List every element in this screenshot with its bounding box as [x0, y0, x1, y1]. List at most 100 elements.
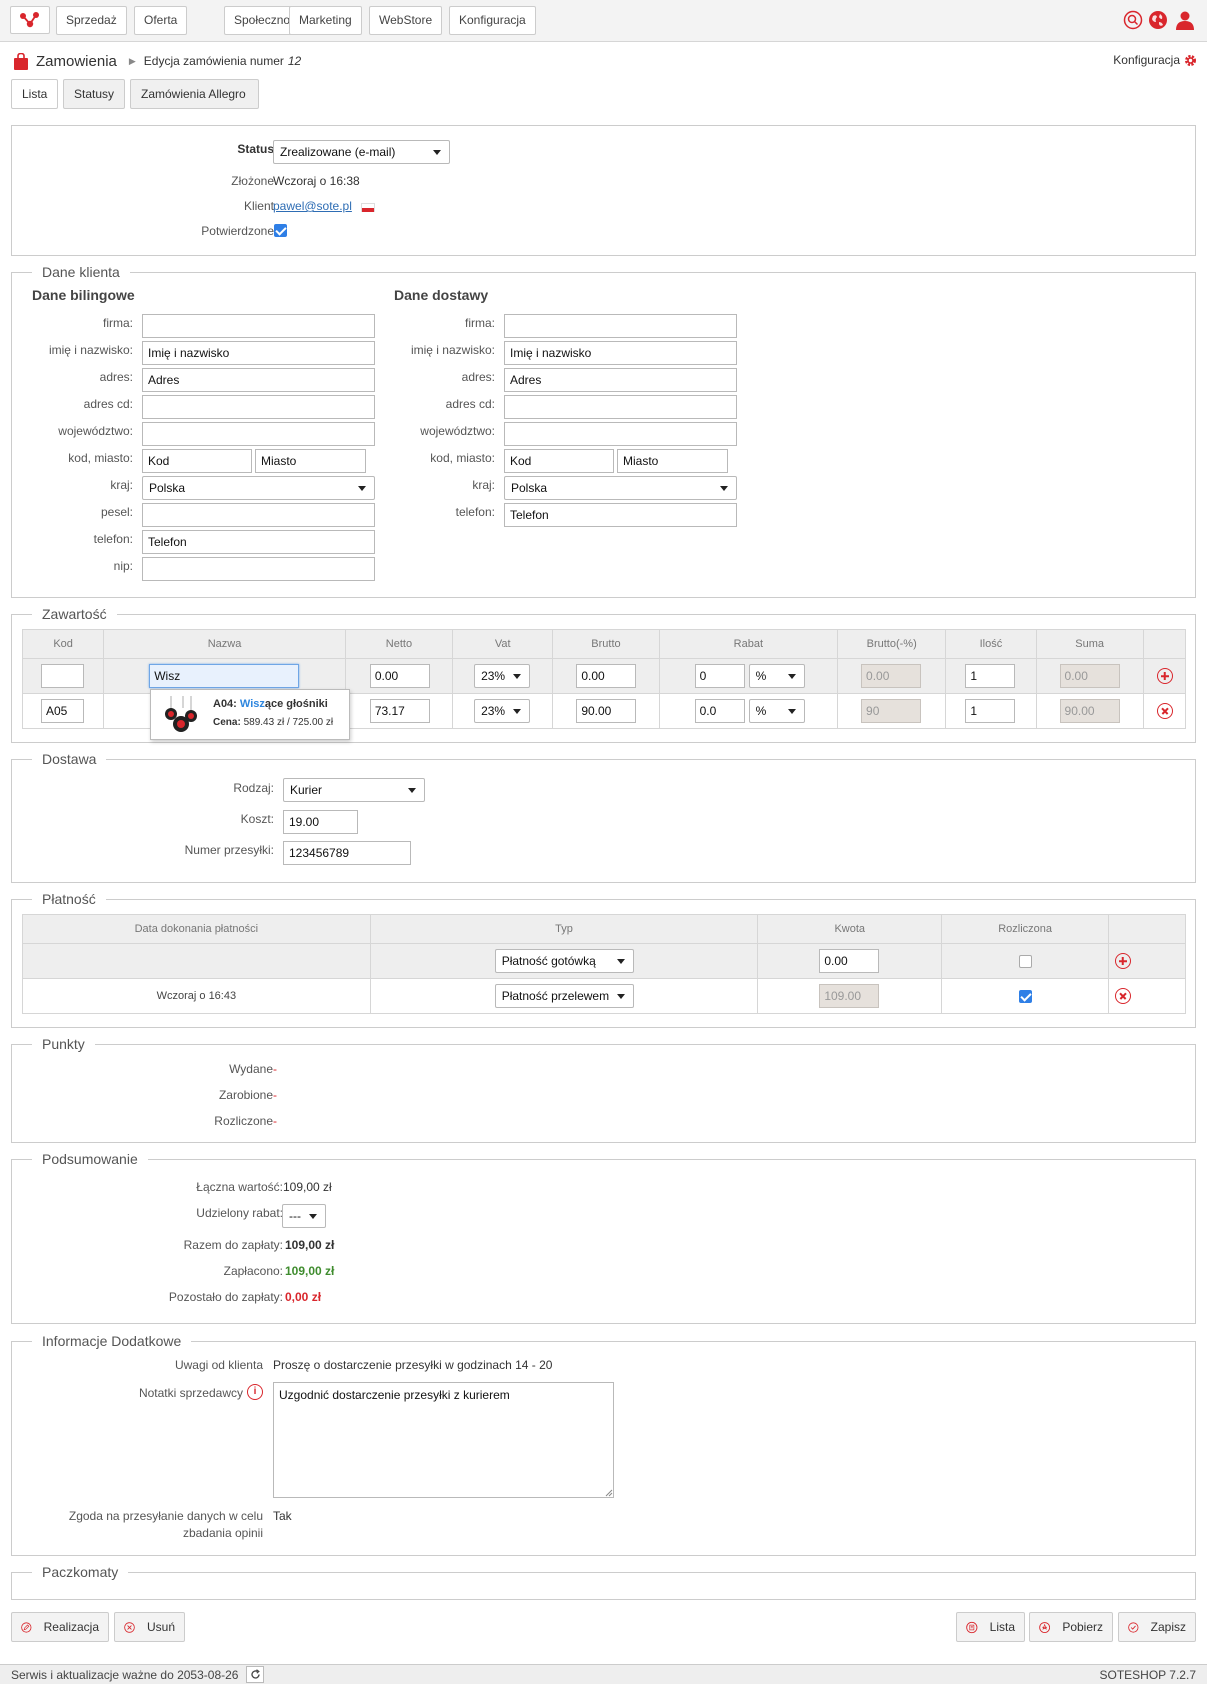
shipping-zip-input[interactable]: Kod: [504, 449, 614, 473]
granted-discount-value: ---: [289, 1209, 301, 1223]
new-discount-type-select[interactable]: %: [748, 664, 805, 688]
tab-list[interactable]: Lista: [11, 79, 58, 109]
shipping-country-select[interactable]: Polska: [504, 476, 737, 500]
new-payment-amount-input[interactable]: 0.00: [819, 949, 880, 973]
nav-offer[interactable]: Oferta: [134, 6, 188, 35]
nav-sales[interactable]: Sprzedaż: [56, 6, 127, 35]
product-gross-input[interactable]: 90.00: [576, 699, 637, 723]
delivery-cost-label: Koszt:: [240, 812, 274, 826]
product-vat-select[interactable]: 23%: [474, 699, 531, 723]
new-sum-input: 0.00: [1059, 664, 1120, 688]
delete-button[interactable]: Usuń: [114, 1612, 185, 1642]
billing-phone-input[interactable]: Telefon: [142, 530, 375, 554]
refresh-button[interactable]: [246, 1666, 264, 1683]
new-gross-input[interactable]: 0.00: [576, 664, 637, 688]
download-label: Pobierz: [1062, 1620, 1103, 1634]
col-actions: [1142, 629, 1187, 659]
points-spent-value: -: [273, 1062, 277, 1076]
client-email-link[interactable]: pawel@sote.pl: [273, 199, 352, 213]
tab-allegro-orders[interactable]: Zamówienia Allegro: [130, 79, 259, 109]
new-discount-type-value: %: [755, 669, 767, 683]
billing-address2-input[interactable]: [142, 395, 375, 419]
download-button[interactable]: Pobierz: [1029, 1612, 1113, 1642]
payment-type-select[interactable]: Płatność przelewem: [494, 984, 634, 1008]
additional-info-panel: Informacje Dodatkowe Uwagi od klienta Pr…: [11, 1333, 1196, 1556]
product-quantity-input[interactable]: 1: [965, 699, 1016, 723]
confirmed-label: Potwierdzone: [201, 224, 274, 238]
client-data-panel: Dane klienta Dane bilingowe Dane dostawy…: [11, 264, 1196, 598]
delivery-type-select[interactable]: Kurier: [283, 778, 425, 802]
nav-configuration[interactable]: Konfiguracja: [449, 6, 536, 35]
tracking-number-input[interactable]: 123456789: [283, 841, 411, 865]
shipping-city-input[interactable]: Miasto: [617, 449, 728, 473]
shipping-address-input[interactable]: Adres: [504, 368, 737, 392]
globe-icon[interactable]: [1148, 10, 1168, 30]
list-button[interactable]: Lista: [956, 1612, 1025, 1642]
billing-country-select[interactable]: Polska: [142, 476, 375, 500]
payment-settled-checkbox[interactable]: [1019, 990, 1033, 1003]
shipping-address2-input[interactable]: [504, 395, 737, 419]
new-payment-type-select[interactable]: Płatność gotówką: [494, 949, 634, 973]
realize-label: Realizacja: [43, 1620, 99, 1634]
billing-nip-input[interactable]: [142, 557, 375, 581]
breadcrumb-orders[interactable]: Zamowienia: [36, 53, 117, 70]
billing-title: Dane bilingowe: [32, 287, 135, 303]
resize-handle-icon[interactable]: [604, 1488, 613, 1497]
new-vat-select[interactable]: 23%: [474, 664, 531, 688]
product-discount-type-select[interactable]: %: [748, 699, 805, 723]
billing-address-input[interactable]: Adres: [142, 368, 375, 392]
nav-webstore[interactable]: WebStore: [369, 6, 443, 35]
configuration-link[interactable]: Konfiguracja: [1113, 53, 1197, 67]
add-product-icon[interactable]: [1156, 668, 1173, 684]
billing-company-input[interactable]: [142, 314, 375, 338]
shipping-phone-input[interactable]: Telefon: [504, 503, 737, 527]
paid-value: 109,00 zł: [285, 1264, 335, 1278]
remove-product-icon[interactable]: [1156, 703, 1173, 719]
search-icon[interactable]: [1123, 10, 1143, 30]
billing-region-input[interactable]: [142, 422, 375, 446]
shipping-company-input[interactable]: [504, 314, 737, 338]
parcel-lockers-panel: Paczkomaty: [11, 1564, 1196, 1600]
new-name-input[interactable]: Wisz: [149, 664, 300, 688]
product-suggestion-popup[interactable]: A04: Wiszące głośniki Cena: 589.43 zł / …: [150, 689, 350, 740]
add-payment-icon[interactable]: [1115, 953, 1132, 969]
new-discount-input[interactable]: 0: [694, 664, 745, 688]
to-pay-value: 109,00 zł: [285, 1238, 335, 1252]
payments-table: Data dokonania płatności Typ Kwota Rozli…: [22, 914, 1186, 1014]
shipping-company-label: firma:: [465, 316, 495, 330]
billing-name-input[interactable]: Imię i nazwisko: [142, 341, 375, 365]
granted-discount-select[interactable]: ---: [282, 1204, 326, 1228]
save-button[interactable]: Zapisz: [1118, 1612, 1196, 1642]
new-payment-date: [22, 943, 371, 979]
billing-zip-input[interactable]: Kod: [142, 449, 252, 473]
status-select[interactable]: Zrealizowane (e-mail): [273, 140, 450, 164]
product-discount-input[interactable]: 0.0: [694, 699, 745, 723]
billing-city-input[interactable]: Miasto: [255, 449, 366, 473]
new-code-input[interactable]: [41, 664, 84, 688]
product-net-input[interactable]: 73.17: [369, 699, 430, 723]
new-payment-settled-checkbox[interactable]: [1019, 955, 1033, 968]
logo-button[interactable]: [10, 6, 50, 34]
remove-payment-icon[interactable]: [1115, 988, 1132, 1004]
new-quantity-input[interactable]: 1: [965, 664, 1016, 688]
billing-pesel-input[interactable]: [142, 503, 375, 527]
list-label: Lista: [989, 1620, 1015, 1634]
delivery-cost-input[interactable]: 19.00: [283, 810, 358, 834]
realize-button[interactable]: Realizacja: [11, 1612, 109, 1642]
products-header-row: Kod Nazwa Netto Vat Brutto Rabat Brutto(…: [21, 629, 1187, 659]
payment-row: Wczoraj o 16:43 Płatność przelewem 109.0…: [22, 978, 1186, 1014]
shipping-region-input[interactable]: [504, 422, 737, 446]
nav-marketing[interactable]: Marketing: [289, 6, 362, 35]
billing-zip-label: kod, miasto:: [68, 451, 133, 465]
tab-statuses[interactable]: Statusy: [63, 79, 125, 109]
new-net-input[interactable]: 0.00: [369, 664, 430, 688]
confirmed-checkbox[interactable]: [274, 224, 287, 237]
remaining-value: 0,00 zł: [285, 1290, 322, 1304]
shipping-name-input[interactable]: Imię i nazwisko: [504, 341, 737, 365]
seller-notes-textarea[interactable]: Uzgodnić dostarczenie przesyłki z kurier…: [273, 1382, 614, 1498]
user-icon[interactable]: [1175, 10, 1195, 30]
shipping-region-label: województwo:: [420, 424, 495, 438]
payment-legend: Płatność: [32, 891, 106, 907]
info-icon[interactable]: i: [247, 1384, 263, 1400]
product-code-input[interactable]: A05: [41, 699, 84, 723]
